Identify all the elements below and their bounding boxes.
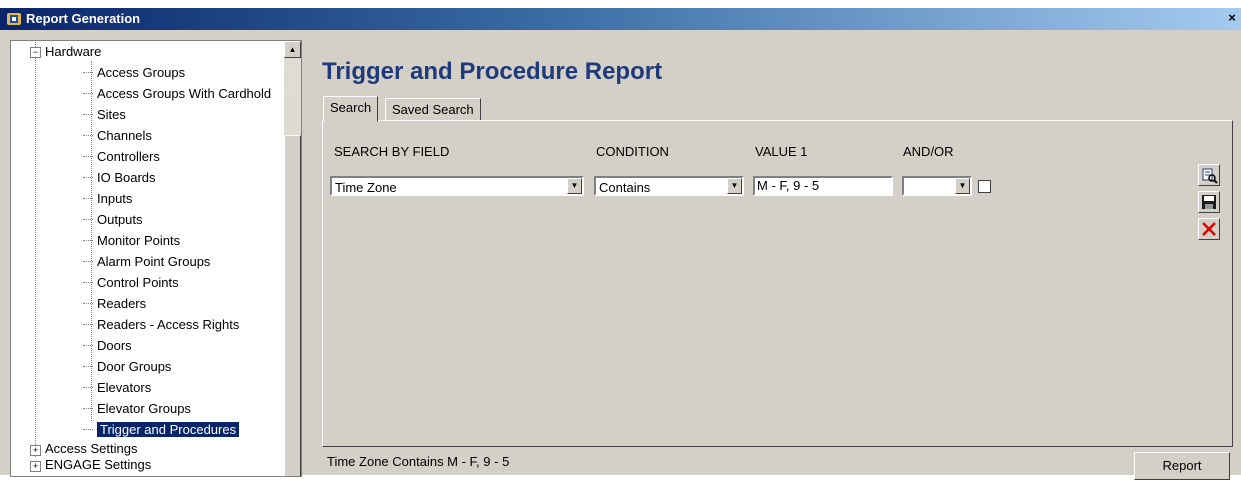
- window-title: Report Generation: [26, 11, 141, 26]
- tree-item-label: Control Points: [97, 275, 179, 290]
- search-summary: Time Zone Contains M - F, 9 - 5: [327, 454, 510, 469]
- delete-button[interactable]: [1198, 218, 1220, 240]
- tree-item-label: Outputs: [97, 212, 143, 227]
- tree-item-label: Controllers: [97, 149, 160, 164]
- tree-connector: [83, 303, 93, 304]
- tree-connector: [83, 429, 93, 430]
- run-search-icon: [1202, 168, 1218, 184]
- tree-connector: [83, 114, 93, 115]
- report-button[interactable]: Report: [1134, 452, 1230, 480]
- tree-item-label: Access Groups: [97, 65, 186, 80]
- expand-icon[interactable]: +: [30, 461, 41, 472]
- header-and-or: AND/OR: [903, 144, 954, 159]
- tree-item-label: Readers - Access Rights: [97, 317, 240, 332]
- header-condition: CONDITION: [596, 144, 669, 159]
- search-panel: [322, 120, 1233, 447]
- header-value-1: VALUE 1: [755, 144, 808, 159]
- chevron-down-icon[interactable]: ▼: [727, 178, 742, 194]
- tree-connector: [83, 282, 93, 283]
- tree-item-engage-settings[interactable]: ENGAGE Settings: [45, 454, 151, 475]
- tree-item[interactable]: Doors: [83, 335, 132, 356]
- tree-item-hardware[interactable]: Hardware: [45, 41, 101, 62]
- tree-item-label: Elevator Groups: [97, 401, 191, 416]
- tree-item-label: Readers: [97, 296, 147, 311]
- tree-item-label: IO Boards: [97, 170, 156, 185]
- save-icon: [1202, 195, 1216, 209]
- tree-item-label: Alarm Point Groups: [97, 254, 211, 269]
- tree-connector: [83, 261, 93, 262]
- tree-item-label: Inputs: [97, 191, 133, 206]
- tree-connector: [83, 387, 93, 388]
- tree-connector: [83, 408, 93, 409]
- tree-item[interactable]: Elevator Groups: [83, 398, 191, 419]
- run-search-button[interactable]: [1198, 164, 1220, 186]
- delete-icon: [1202, 222, 1216, 236]
- tree-item[interactable]: Monitor Points: [83, 230, 181, 251]
- value-1-input-box[interactable]: [753, 176, 893, 196]
- tree-connector: [83, 345, 93, 346]
- page-title: Trigger and Procedure Report: [322, 58, 663, 85]
- tree-item[interactable]: Sites: [83, 104, 126, 125]
- tree-item[interactable]: Access Groups With Cardhold: [83, 83, 272, 104]
- tree-item-label: Sites: [97, 107, 126, 122]
- tree-item[interactable]: Access Groups: [83, 62, 186, 83]
- row-checkbox[interactable]: [978, 180, 991, 193]
- tree-item[interactable]: Door Groups: [83, 356, 172, 377]
- header-search-by-field: SEARCH BY FIELD: [334, 144, 450, 159]
- tree-connector: [91, 61, 92, 421]
- tree-scrollbar[interactable]: ▲: [284, 41, 301, 476]
- tree-content: − Hardware Access Groups Access Groups Wi…: [11, 41, 284, 476]
- and-or-select[interactable]: ▼: [902, 176, 972, 196]
- tree-connector: [83, 219, 93, 220]
- tab-search[interactable]: Search: [323, 96, 379, 122]
- tab-saved-search[interactable]: Saved Search: [385, 98, 481, 122]
- tree-connector: [83, 198, 93, 199]
- collapse-icon[interactable]: −: [30, 47, 41, 58]
- tree-item-label: Elevators: [97, 380, 152, 395]
- tree-item[interactable]: Channels: [83, 125, 152, 146]
- search-field-value: Time Zone: [335, 180, 397, 195]
- scroll-up-icon[interactable]: ▲: [284, 41, 301, 58]
- tree-connector: [83, 135, 93, 136]
- close-button[interactable]: ×: [1225, 11, 1239, 26]
- tree-connector: [83, 72, 93, 73]
- save-button[interactable]: [1198, 191, 1220, 213]
- report-generation-window: Report Generation × − Hardware Access Gr…: [0, 8, 1241, 480]
- condition-value: Contains: [599, 180, 651, 195]
- expand-icon[interactable]: +: [30, 445, 41, 456]
- title-bar: Report Generation ×: [0, 8, 1241, 30]
- condition-select[interactable]: Contains ▼: [594, 176, 744, 196]
- search-field-select[interactable]: Time Zone ▼: [330, 176, 584, 196]
- tree-connector: [83, 240, 93, 241]
- tree-item[interactable]: Outputs: [83, 209, 143, 230]
- tree-connector: [83, 156, 93, 157]
- tree-connector: [83, 177, 93, 178]
- tree-item-label: Trigger and Procedures: [97, 422, 240, 437]
- tree-item-label: Channels: [97, 128, 152, 143]
- scroll-thumb[interactable]: [284, 135, 301, 476]
- tree-connector: [83, 366, 93, 367]
- value-1-input[interactable]: [755, 178, 891, 193]
- tree-item[interactable]: Readers - Access Rights: [83, 314, 240, 335]
- tree-item[interactable]: Control Points: [83, 272, 179, 293]
- tree-item[interactable]: Trigger and Procedures: [83, 419, 240, 440]
- tree-item-label: Monitor Points: [97, 233, 181, 248]
- tree-item[interactable]: Alarm Point Groups: [83, 251, 211, 272]
- tree-connector: [83, 324, 93, 325]
- tree-item[interactable]: Inputs: [83, 188, 133, 209]
- tree-item[interactable]: IO Boards: [83, 167, 156, 188]
- app-icon: [7, 13, 21, 25]
- chevron-down-icon[interactable]: ▼: [955, 178, 970, 194]
- tree-item-label: Door Groups: [97, 359, 172, 374]
- report-tree: − Hardware Access Groups Access Groups Wi…: [10, 40, 302, 477]
- tree-connector: [83, 93, 93, 94]
- tree-item[interactable]: Readers: [83, 293, 147, 314]
- tree-item[interactable]: Elevators: [83, 377, 152, 398]
- tree-connector: [35, 41, 36, 457]
- tree-item[interactable]: Controllers: [83, 146, 160, 167]
- tree-item-label: Access Groups With Cardhold: [97, 86, 272, 101]
- chevron-down-icon[interactable]: ▼: [567, 178, 582, 194]
- tree-item-label: Doors: [97, 338, 132, 353]
